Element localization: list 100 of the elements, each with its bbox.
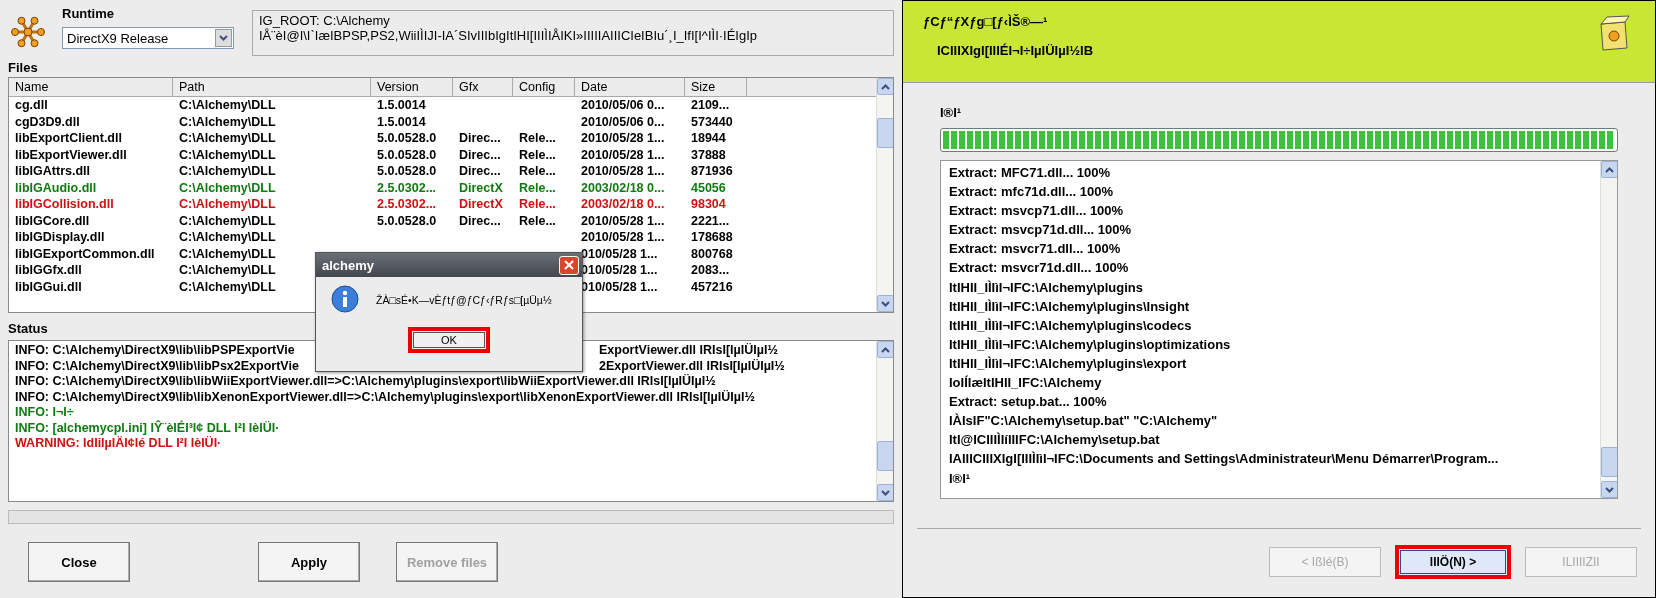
scroll-down-button[interactable]	[877, 295, 893, 312]
log-line: IÀIsIF"C:\Alchemy\setup.bat" "C:\Alchemy"	[949, 412, 1219, 431]
close-button[interactable]	[559, 255, 579, 275]
table-cell: C:\Alchemy\DLL	[179, 98, 276, 112]
dialog-title-bar: alchemy	[316, 253, 582, 277]
table-cell: cgD3D9.dll	[15, 114, 80, 129]
column-header[interactable]: Size	[685, 78, 747, 96]
table-cell: C:\Alchemy\DLL	[179, 263, 276, 277]
box-icon	[1597, 14, 1631, 52]
info-icon	[330, 285, 360, 315]
table-cell: C:\Alchemy\DLL	[179, 279, 276, 294]
info-text: IÅ¨èI@I\I`IæIBPSP,PS2,WiiIÌIJI-IA´SIvIIIbIgItIHI[IIIÌIÅIKI»IIIIIAIIICIeIBIu´¸I_IfI[I^IÌI·IÉIgIp	[259, 28, 759, 43]
table-cell: cg.dll	[15, 98, 48, 112]
window-button[interactable]: Close	[28, 542, 130, 582]
table-cell: 2010/05/28 1...	[581, 147, 665, 162]
status-label: Status	[8, 321, 49, 336]
table-cell: Rele...	[519, 164, 556, 178]
files-label: Files	[8, 60, 39, 75]
table-cell: Direc...	[459, 164, 501, 178]
table-cell: C:\Alchemy\DLL	[179, 164, 276, 178]
table-cell: 2083...	[691, 263, 730, 277]
log-line: Extract: msvcr71d.dll... 100%	[949, 259, 1130, 278]
column-header[interactable]: Gfx	[453, 78, 513, 96]
table-cell: libIGDisplay.dll	[15, 230, 105, 244]
installer-subtitle: ICIIIXIgI[IIIÉI¬I÷IµIÜIµI½IB	[936, 43, 1094, 58]
table-cell: libIGCore.dll	[15, 213, 90, 228]
table-cell: libIGCollision.dll	[15, 197, 114, 211]
column-header[interactable]: Path	[173, 78, 371, 96]
table-cell: 2010/05/28 1...	[581, 230, 665, 244]
scroll-up-button[interactable]	[877, 341, 893, 358]
star-logo-icon	[10, 14, 46, 50]
table-cell: 2010/05/28 1...	[581, 164, 665, 178]
scroll-up-button[interactable]	[877, 78, 893, 95]
wizard-button[interactable]: IIIÖ(N) >	[1395, 545, 1511, 579]
table-cell: 800768	[691, 246, 733, 261]
table-cell: libIGAudio.dll	[15, 180, 97, 195]
table-cell: Rele...	[519, 180, 556, 195]
table-cell: 2.5.0302...	[377, 180, 437, 195]
table-cell: libIGGfx.dll	[15, 263, 82, 277]
table-cell: Direc...	[459, 147, 501, 162]
table-cell: 45056	[691, 180, 726, 195]
scrollbar-thumb[interactable]	[877, 118, 893, 148]
table-cell: 1.5.0014	[377, 98, 426, 112]
table-cell: 2109...	[691, 98, 730, 112]
table-cell: 871936	[691, 164, 733, 178]
column-header[interactable]: Version	[371, 78, 453, 96]
table-cell: C:\Alchemy\DLL	[179, 213, 276, 228]
table-cell: 010/05/28 1...	[581, 279, 658, 294]
table-cell: DirectX	[459, 180, 503, 195]
runtime-dropdown[interactable]: DirectX9 Release	[62, 27, 234, 49]
table-cell: Direc...	[459, 131, 501, 145]
column-header[interactable]: Date	[575, 78, 685, 96]
table-cell: libIGExportCommon.dll	[15, 246, 155, 261]
table-cell: C:\Alchemy\DLL	[179, 131, 276, 145]
table-cell: DirectX	[459, 197, 503, 211]
column-header[interactable]: Name	[9, 78, 173, 96]
table-cell: Rele...	[519, 213, 556, 228]
table-cell: C:\Alchemy\DLL	[179, 230, 276, 244]
scrollbar[interactable]	[876, 341, 893, 501]
close-icon	[564, 260, 574, 270]
scrollbar-thumb[interactable]	[877, 441, 893, 471]
log-line: ItIHII_IÌIìI¬IFC:\Alchemy\plugins\Insight	[949, 297, 1191, 316]
table-cell: 2010/05/06 0...	[581, 98, 665, 112]
table-cell: Direc...	[459, 213, 501, 228]
log-line: INFO: C:\Alchemy\DirectX9\lib\libXenonExportViewer.dll=>C:\Alchemy\plugins\export\libXenonExportViewer.dll IRIsI[IµIÜIµI½	[15, 389, 755, 405]
info-text: IG_ROOT: C:\Alchemy	[259, 13, 390, 28]
log-line: ItIHII_IÌIìI¬IFC:\Alchemy\plugins\codecs	[949, 316, 1193, 335]
table-cell: C:\Alchemy\DLL	[179, 114, 276, 129]
scroll-down-button[interactable]	[1601, 481, 1617, 498]
table-cell: libExportClient.dll	[15, 131, 122, 145]
log-line: ItIHII_IÌIìI¬IFC:\Alchemy\plugins\export	[949, 354, 1188, 373]
table-cell: 2010/05/28 1...	[581, 131, 665, 145]
table-cell: Rele...	[519, 197, 556, 211]
scroll-down-button[interactable]	[877, 484, 893, 501]
scrollbar-thumb[interactable]	[1601, 447, 1617, 477]
table-cell: 5.0.0528.0	[377, 147, 437, 162]
table-cell: 2003/02/18 0...	[581, 197, 665, 211]
log-line: Extract: msvcp71.dll... 100%	[949, 202, 1125, 221]
table-cell: 178688	[691, 230, 733, 244]
log-line: INFO: C:\Alchemy\DirectX9\lib\libPSPExportVie	[15, 343, 295, 357]
log-line: Extract: msvcr71.dll... 100%	[949, 240, 1122, 259]
table-cell: Rele...	[519, 131, 556, 145]
column-header[interactable]: Config	[513, 78, 575, 96]
table-cell: 18944	[691, 131, 726, 145]
log-line: ItI@ICIIIÌIíIIIFC:\Alchemy\setup.bat	[949, 431, 1161, 450]
log-line: INFO: I¬I÷	[15, 405, 74, 421]
table-cell: 5.0.0528.0	[377, 213, 437, 228]
ok-button[interactable]: OK	[408, 327, 490, 353]
scrollbar[interactable]	[876, 78, 893, 312]
log-line: INFO: C:\Alchemy\DirectX9\lib\libWiiExportViewer.dll=>C:\Alchemy\plugins\export\libWiiExportViewer.dll IRIsI[IµIÜIµI½	[15, 374, 716, 390]
table-cell: 2010/05/28 1...	[581, 213, 665, 228]
log-line: ItIHII_IÌIìI¬IFC:\Alchemy\plugins	[949, 278, 1144, 297]
window-button[interactable]: Apply	[258, 542, 360, 582]
scrollbar[interactable]	[1600, 161, 1617, 498]
log-line: INFO: C:\Alchemy\DirectX9\lib\libPsx2ExportVie	[15, 358, 299, 373]
table-cell: 2221...	[691, 213, 730, 228]
log-line: ItIHII_IÌIìI¬IFC:\Alchemy\plugins\optimizations	[949, 335, 1232, 354]
table-cell: C:\Alchemy\DLL	[179, 180, 276, 195]
table-cell: 457216	[691, 279, 733, 294]
scroll-up-button[interactable]	[1601, 161, 1617, 178]
